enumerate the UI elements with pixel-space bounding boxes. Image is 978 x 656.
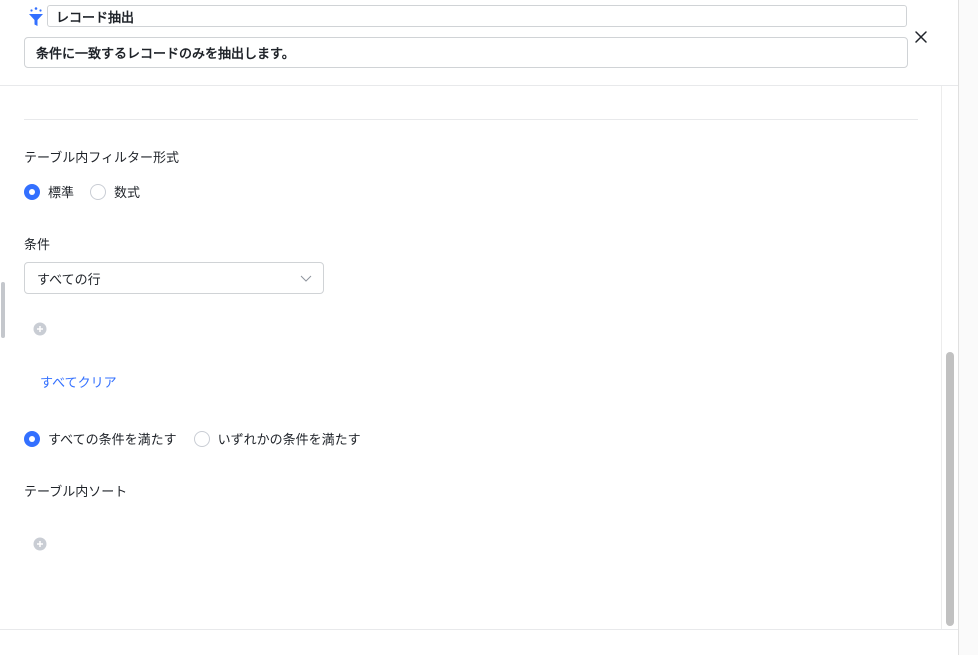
clear-all-link[interactable]: すべてクリア: [40, 372, 117, 391]
filter-format-label: テーブル内フィルター形式: [24, 151, 179, 166]
match-mode-radio-group: すべての条件を満たす いずれかの条件を満たす: [24, 429, 361, 448]
condition-select-value: すべての行: [37, 272, 101, 288]
step-header: [0, 0, 958, 86]
close-icon[interactable]: [913, 29, 929, 45]
match-any-option[interactable]: いずれかの条件を満たす: [193, 429, 361, 448]
condition-label: 条件: [24, 238, 51, 253]
table-sort-label: テーブル内ソート: [24, 485, 128, 500]
filter-sparkle-icon: [29, 7, 43, 26]
radio-unselected[interactable]: [193, 430, 210, 447]
add-sort-plus-circle-icon[interactable]: [33, 537, 47, 551]
left-panel-scroll-handle[interactable]: [1, 282, 5, 338]
radio-label: いずれかの条件を満たす: [217, 433, 361, 448]
radio-selected[interactable]: [24, 183, 40, 200]
radio-label: すべての条件を満たす: [48, 433, 177, 448]
adjacent-panel-edge: [958, 0, 978, 655]
radio-selected[interactable]: [24, 430, 40, 447]
radio-unselected[interactable]: [90, 183, 107, 200]
condition-select[interactable]: すべての行: [24, 262, 324, 294]
vertical-scrollbar-thumb[interactable]: [946, 352, 954, 626]
chevron-down-icon: [300, 275, 312, 282]
filter-format-option-standard[interactable]: 標準: [24, 182, 74, 201]
step-title-input[interactable]: [47, 5, 907, 27]
bottom-bar: [0, 629, 958, 656]
radio-label: 数式: [114, 186, 141, 201]
step-description-input[interactable]: [24, 37, 908, 68]
match-all-option[interactable]: すべての条件を満たす: [24, 429, 177, 448]
add-condition-plus-circle-icon[interactable]: [33, 322, 47, 336]
section-divider: [24, 119, 918, 120]
filter-format-radio-group: 標準 数式: [24, 182, 140, 201]
filter-format-option-formula[interactable]: 数式: [90, 182, 140, 201]
radio-label: 標準: [48, 186, 75, 201]
